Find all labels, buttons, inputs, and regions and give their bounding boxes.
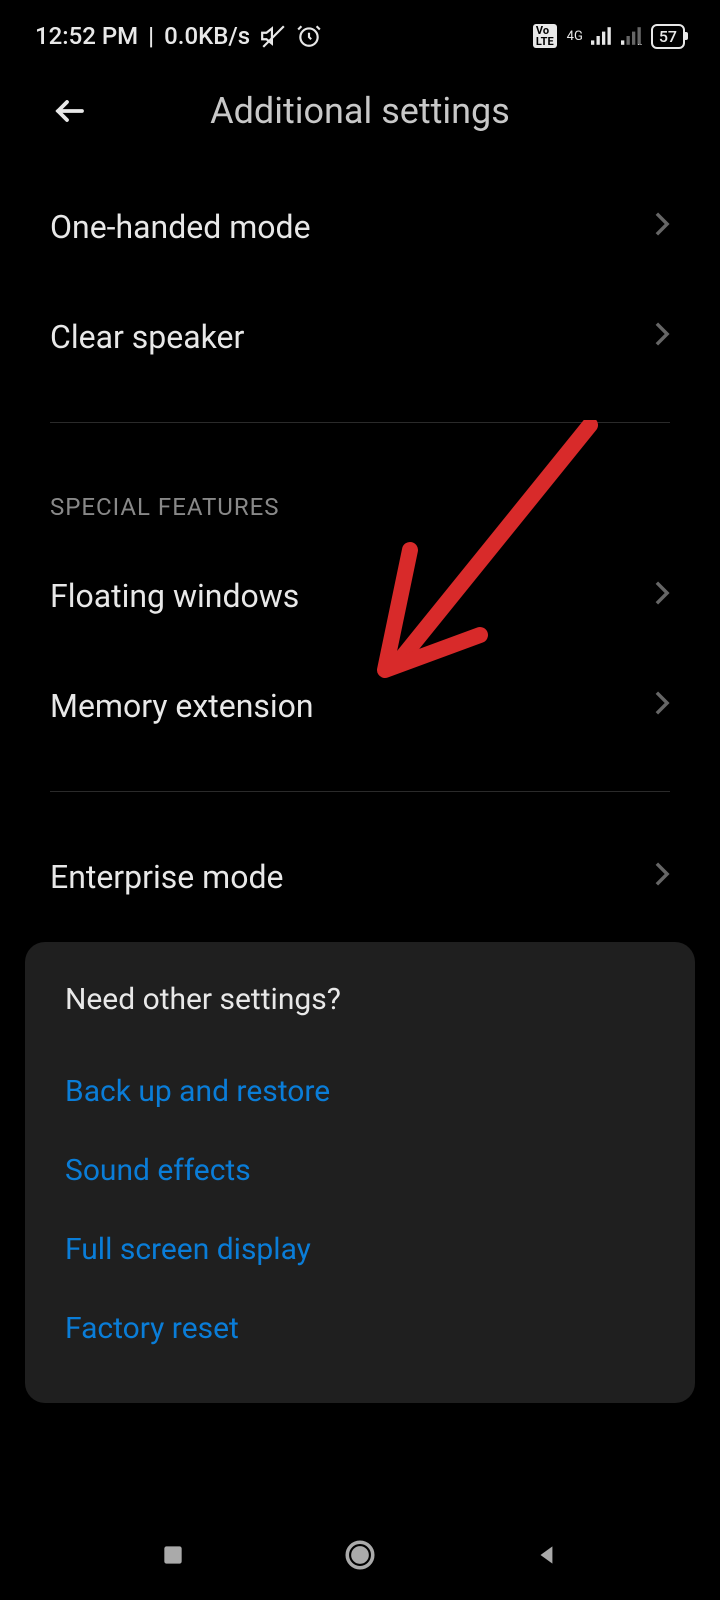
- chevron-right-icon: [654, 581, 670, 611]
- related-title: Need other settings?: [65, 982, 655, 1017]
- divider: [50, 422, 670, 423]
- link-sound-effects[interactable]: Sound effects: [65, 1131, 655, 1210]
- chevron-right-icon: [654, 691, 670, 721]
- nav-back-button[interactable]: [522, 1530, 572, 1580]
- page-title: Additional settings: [90, 90, 630, 132]
- link-factory-reset[interactable]: Factory reset: [65, 1289, 655, 1368]
- status-bar: 12:52 PM | 0.0KB/s VoLTE 4G: [0, 0, 720, 60]
- status-data-rate: 0.0KB/s: [164, 22, 250, 50]
- volte-icon: VoLTE: [533, 24, 557, 48]
- status-divider: |: [148, 22, 154, 50]
- alarm-icon: [296, 23, 322, 49]
- status-right: VoLTE 4G × 57: [533, 24, 685, 49]
- setting-label: Enterprise mode: [50, 858, 283, 896]
- setting-label: Clear speaker: [50, 318, 244, 356]
- setting-clear-speaker[interactable]: Clear speaker: [50, 282, 670, 392]
- navigation-bar: [0, 1510, 720, 1600]
- setting-one-handed-mode[interactable]: One-handed mode: [50, 172, 670, 282]
- mute-icon: [260, 23, 286, 49]
- divider: [50, 791, 670, 792]
- link-backup-restore[interactable]: Back up and restore: [65, 1052, 655, 1131]
- chevron-right-icon: [654, 322, 670, 352]
- chevron-right-icon: [654, 862, 670, 892]
- setting-memory-extension[interactable]: Memory extension: [50, 651, 670, 761]
- related-settings-card: Need other settings? Back up and restore…: [25, 942, 695, 1403]
- signal-icon-2: ×: [621, 27, 643, 45]
- settings-list: One-handed mode Clear speaker SPECIAL FE…: [0, 172, 720, 932]
- setting-label: Memory extension: [50, 687, 314, 725]
- setting-label: One-handed mode: [50, 208, 311, 246]
- back-button[interactable]: [50, 91, 90, 131]
- nav-recents-button[interactable]: [148, 1530, 198, 1580]
- status-time: 12:52 PM: [35, 22, 138, 50]
- network-type: 4G: [567, 29, 583, 44]
- link-full-screen-display[interactable]: Full screen display: [65, 1210, 655, 1289]
- section-header-special: SPECIAL FEATURES: [50, 453, 670, 541]
- svg-text:×: ×: [637, 42, 642, 45]
- setting-floating-windows[interactable]: Floating windows: [50, 541, 670, 651]
- battery-icon: 57: [651, 24, 685, 49]
- status-left: 12:52 PM | 0.0KB/s: [35, 22, 322, 50]
- signal-icon-1: [591, 27, 613, 45]
- setting-enterprise-mode[interactable]: Enterprise mode: [50, 822, 670, 932]
- setting-label: Floating windows: [50, 577, 299, 615]
- chevron-right-icon: [654, 212, 670, 242]
- nav-home-button[interactable]: [335, 1530, 385, 1580]
- header: Additional settings: [0, 60, 720, 172]
